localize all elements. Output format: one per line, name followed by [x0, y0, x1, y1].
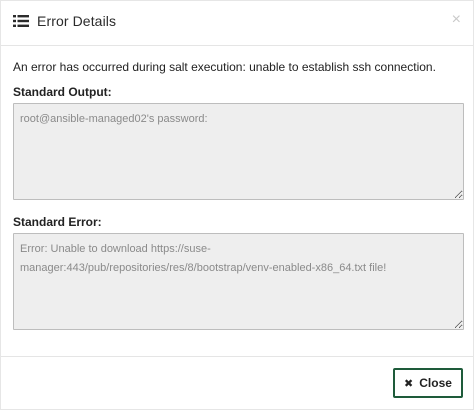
error-details-dialog: Error Details × An error has occurred du…	[0, 0, 474, 410]
dialog-footer: ✖ Close	[1, 356, 473, 412]
stderr-textarea[interactable]: Error: Unable to download https://suse-m…	[13, 233, 464, 330]
error-message: An error has occurred during salt execut…	[13, 60, 436, 74]
list-icon	[13, 15, 29, 27]
dialog-title-wrap: Error Details	[13, 13, 116, 29]
stderr-label: Standard Error:	[13, 215, 102, 229]
stdout-label: Standard Output:	[13, 85, 112, 99]
stdout-textarea[interactable]: root@ansible-managed02's password:	[13, 103, 464, 200]
dialog-title: Error Details	[37, 13, 117, 29]
close-button[interactable]: ✖ Close	[393, 368, 463, 398]
close-button-label: Close	[419, 376, 452, 390]
dialog-body: An error has occurred during salt execut…	[13, 59, 465, 330]
close-icon: ✖	[404, 377, 414, 390]
dismiss-x-icon[interactable]: ×	[452, 12, 461, 28]
dialog-header: Error Details ×	[1, 1, 473, 46]
